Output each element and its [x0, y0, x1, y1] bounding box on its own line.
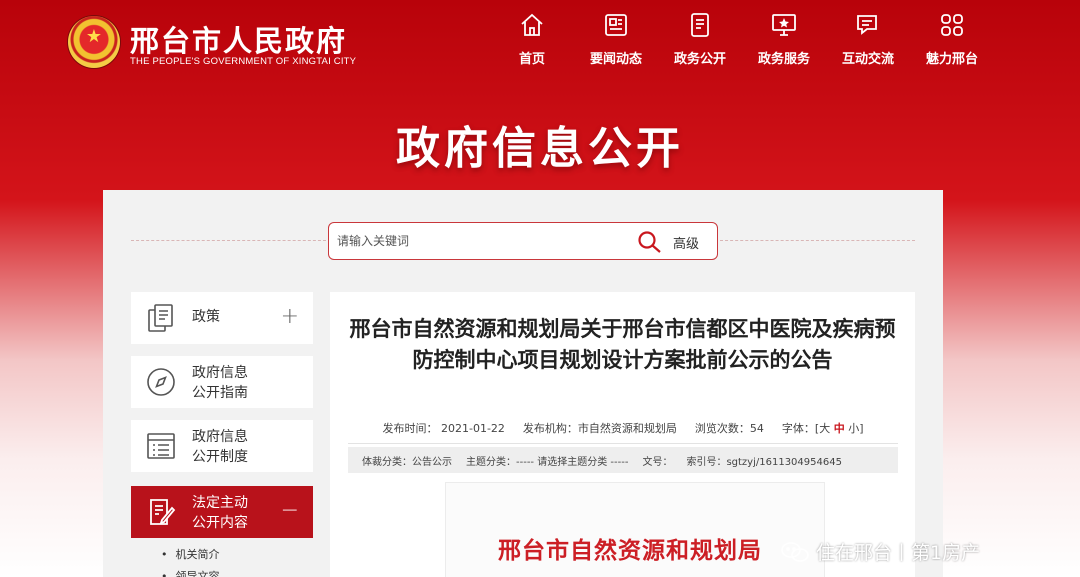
sidebar-item-label: 政府信息 公开制度 — [192, 429, 248, 465]
advanced-search-link[interactable]: 高级 — [673, 233, 699, 252]
search-box: 高级 — [328, 222, 718, 260]
site-title: 邢台市人民政府 — [130, 24, 348, 58]
article: 邢台市自然资源和规划局关于邢台市信都区中医院及疾病预防控制中心项目规划设计方案批… — [330, 292, 915, 577]
publish-date: 发布时间： 2021-01-22 — [382, 422, 505, 435]
sidebar-item-label: 政府信息 公开指南 — [192, 365, 248, 401]
article-meta: 发布时间： 2021-01-22 发布机构：市自然资源和规划局 浏览次数：54 … — [348, 420, 898, 444]
sidebar-item-disclosure-system[interactable]: 政府信息 公开制度 — [131, 420, 313, 472]
nav-interaction-label: 互动交流 — [841, 52, 894, 67]
content-panel: 高级 政策 + 政府信息公开指南 政府信息公开制度 法定主动公开内容 − 机关简… — [103, 190, 943, 577]
divider — [131, 240, 326, 241]
list-icon — [147, 433, 175, 459]
search-input[interactable] — [337, 231, 627, 251]
article-classification: 体裁分类：公告公示 主题分类：----- 请选择主题分类 ----- 文号： 索… — [348, 447, 898, 473]
nav-gov-open-label: 政务公开 — [673, 52, 726, 67]
grid-icon — [941, 14, 963, 36]
nav-gov-service[interactable]: 政务服务 — [742, 12, 826, 67]
nav-interaction[interactable]: 互动交流 — [826, 12, 910, 67]
article-title: 邢台市自然资源和规划局关于邢台市信都区中医院及疾病预防控制中心项目规划设计方案批… — [349, 317, 896, 372]
nav-news-label: 要闻动态 — [589, 52, 642, 67]
sidebar-item-policy[interactable]: 政策 + — [131, 292, 313, 344]
site-logo[interactable]: ★ 邢台市人民政府 THE PEOPLE'S GOVERNMENT OF XIN… — [68, 14, 368, 76]
genre-classification: 体裁分类：公告公示 — [362, 456, 452, 468]
page-title: 政府信息公开 — [396, 123, 684, 174]
nav-gov-service-label: 政务服务 — [757, 52, 810, 67]
doc-number: 文号： — [642, 456, 673, 468]
search-icon — [638, 231, 661, 253]
site-subtitle: THE PEOPLE'S GOVERNMENT OF XINGTAI CITY — [130, 56, 357, 67]
sidebar-item-disclosure-guide[interactable]: 政府信息 公开指南 — [131, 356, 313, 408]
font-large-button[interactable]: 大 — [819, 422, 830, 435]
watermark: 住在邢台丨第1房产 — [780, 538, 980, 565]
nav-charm-xingtai[interactable]: 魅力邢台 — [910, 12, 994, 67]
publish-org: 发布机构：市自然资源和规划局 — [522, 422, 677, 435]
document-icon — [691, 13, 709, 37]
edit-document-icon — [150, 499, 176, 525]
nav-gov-open[interactable]: 政务公开 — [658, 12, 742, 67]
monitor-star-icon — [772, 14, 796, 36]
collapse-icon[interactable]: − — [281, 498, 299, 523]
font-small-button[interactable]: 小] — [848, 422, 863, 435]
compass-icon — [147, 368, 175, 396]
expand-icon[interactable]: + — [281, 304, 299, 329]
view-count: 浏览次数：54 — [694, 422, 764, 435]
list-item[interactable]: 机关简介 — [161, 546, 220, 562]
font-medium-button[interactable]: 中 — [834, 422, 845, 435]
document-header: 邢台市自然资源和规划局 — [498, 537, 762, 564]
national-emblem-icon: ★ — [68, 16, 120, 68]
sidebar-item-label: 政策 — [192, 309, 220, 325]
nav-news[interactable]: 要闻动态 — [574, 12, 658, 67]
news-icon — [605, 14, 627, 36]
wechat-icon — [781, 541, 809, 562]
nav-home-label: 首页 — [518, 52, 545, 67]
topic-classification: 主题分类：----- 请选择主题分类 ----- — [466, 456, 629, 468]
font-size-control: 字体：[大 中 小] — [781, 422, 864, 435]
sidebar-sublist: 机关简介 领导文容 — [161, 546, 220, 577]
document-copy-icon — [148, 304, 173, 332]
search-button[interactable] — [637, 230, 663, 254]
main-nav: 首页 要闻动态 政务公开 政务服务 互动交流 魅力邢台 — [490, 12, 994, 67]
list-item[interactable]: 领导文容 — [161, 568, 220, 577]
nav-home[interactable]: 首页 — [490, 12, 574, 67]
chat-icon — [857, 15, 877, 35]
sidebar-item-statutory-content[interactable]: 法定主动 公开内容 − — [131, 486, 313, 538]
watermark-text: 住在邢台丨第1房产 — [816, 542, 981, 564]
document-image: 邢台市自然资源和规划局 — [445, 482, 825, 577]
nav-charm-xingtai-label: 魅力邢台 — [925, 52, 978, 67]
home-icon — [521, 13, 543, 36]
sidebar-item-label: 法定主动 公开内容 — [192, 495, 248, 531]
index-number: 索引号：sgtzyj/1611304954645 — [686, 456, 842, 468]
divider — [720, 240, 915, 241]
